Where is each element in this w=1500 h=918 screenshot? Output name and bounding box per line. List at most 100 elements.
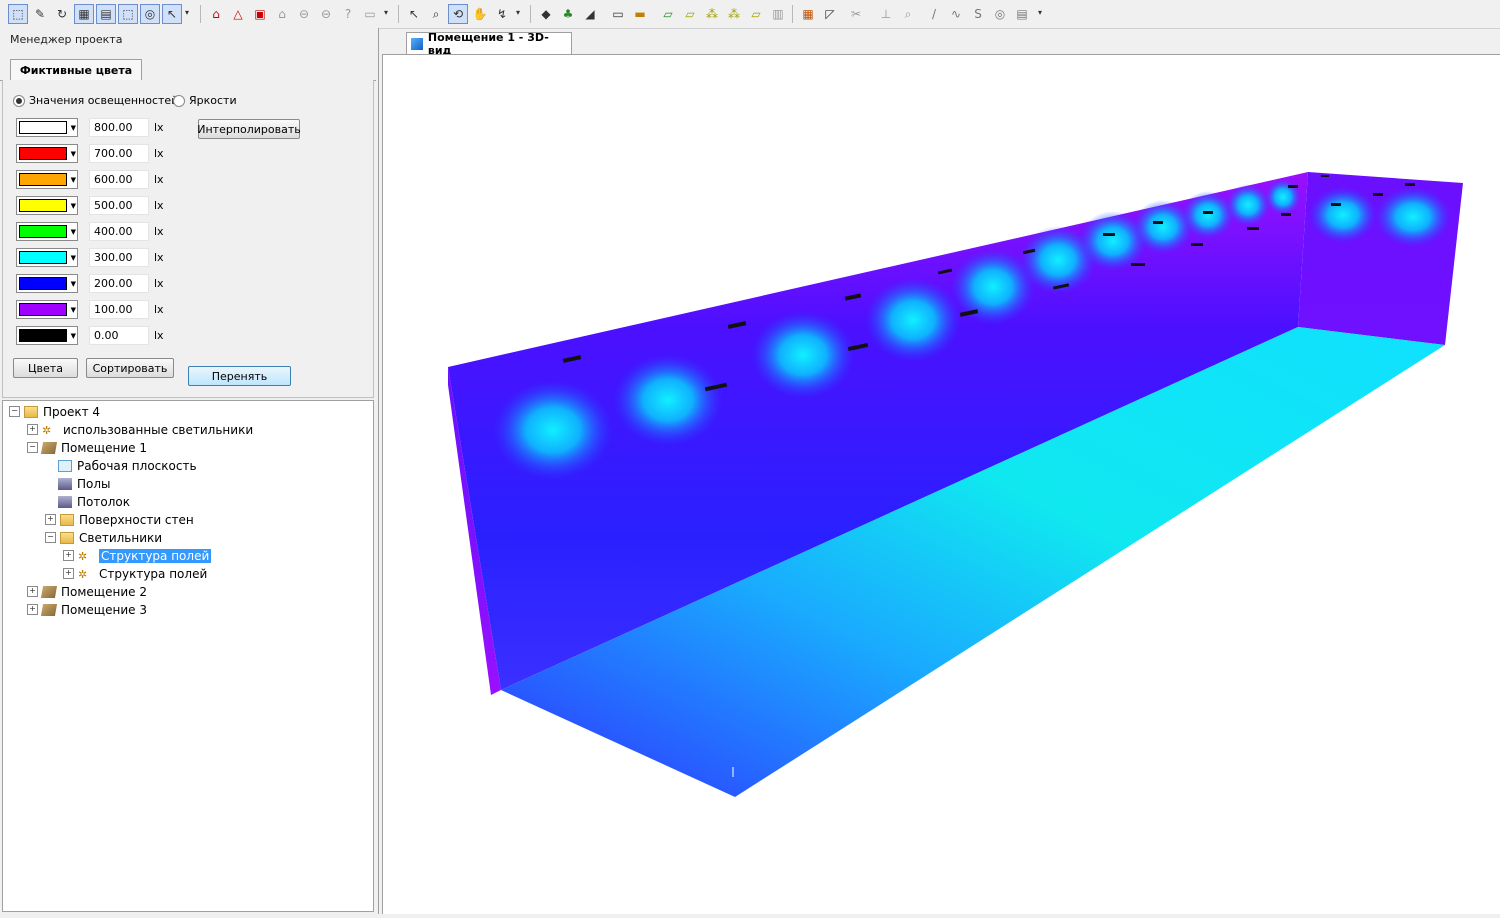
radio-illuminance[interactable]: Значения освещенностей: [13, 94, 178, 107]
circle-arrangement-icon[interactable]: ◎: [140, 4, 160, 24]
frame-icon[interactable]: ◸: [820, 4, 840, 24]
walk-icon[interactable]: ↯: [492, 4, 512, 24]
sort-button[interactable]: Сортировать: [86, 358, 174, 378]
illuminance-value-field[interactable]: 100.00: [89, 300, 149, 319]
tree-item[interactable]: + Помещение 3: [27, 601, 147, 618]
color-picker[interactable]: ▼: [16, 248, 78, 267]
tab-room1-3d-view[interactable]: Помещение 1 - 3D-вид: [406, 31, 572, 57]
illuminance-value-field[interactable]: 300.00: [89, 248, 149, 267]
adopt-button[interactable]: Перенять: [188, 366, 291, 386]
plane-yellow-icon[interactable]: ▱: [680, 4, 700, 24]
plane-green-icon[interactable]: ▱: [658, 4, 678, 24]
rectangle-icon[interactable]: ▤: [1012, 4, 1032, 24]
line-icon[interactable]: /: [924, 4, 944, 24]
rotate-luminaire-icon[interactable]: ↻: [52, 4, 72, 24]
collapse-icon[interactable]: −: [9, 406, 20, 417]
expand-icon[interactable]: +: [45, 514, 56, 525]
texture-icon[interactable]: ◢: [580, 4, 600, 24]
plant-icon[interactable]: ♣: [558, 4, 578, 24]
pointer-align-icon[interactable]: ↖: [162, 4, 182, 24]
toolbar-overflow-icon[interactable]: ▾: [384, 8, 392, 26]
toolbar-overflow-icon[interactable]: ▾: [1038, 8, 1046, 26]
illuminance-value-field[interactable]: 600.00: [89, 170, 149, 189]
color-swatch: [19, 173, 67, 186]
color-picker[interactable]: ▼: [16, 326, 78, 345]
collapse-icon[interactable]: −: [27, 442, 38, 453]
aim-icon[interactable]: ⌂: [206, 4, 226, 24]
cube-icon: [411, 37, 423, 50]
color-picker[interactable]: ▼: [16, 118, 78, 137]
select-area-icon[interactable]: ⬚: [118, 4, 138, 24]
expand-icon[interactable]: +: [27, 424, 38, 435]
points2-icon[interactable]: ⁂: [724, 4, 744, 24]
window-icon[interactable]: ▭: [608, 4, 628, 24]
tree-item[interactable]: + ✲ использованные светильники: [27, 421, 253, 438]
project-tree: − Проект 4 + ✲ использованные светильники − По…: [2, 400, 374, 912]
tree-item[interactable]: − Проект 4: [9, 403, 100, 420]
grid-icon[interactable]: ▦: [798, 4, 818, 24]
radio-luminance[interactable]: Яркости: [173, 94, 237, 107]
tree-item[interactable]: + ✲ Структура полей: [63, 565, 207, 582]
room-icon: [40, 603, 58, 616]
colors-button[interactable]: Цвета: [13, 358, 78, 378]
focus-icon[interactable]: △: [228, 4, 248, 24]
color-picker[interactable]: ▼: [16, 170, 78, 189]
illuminance-value-field[interactable]: 700.00: [89, 144, 149, 163]
color-picker[interactable]: ▼: [16, 222, 78, 241]
unit-label: lx: [154, 173, 164, 186]
polyline-icon[interactable]: ∿: [946, 4, 966, 24]
chevron-down-icon: ▼: [70, 176, 76, 184]
tree-item[interactable]: − Светильники: [45, 529, 162, 546]
illuminance-value-field[interactable]: 800.00: [89, 118, 149, 137]
collapse-icon[interactable]: −: [45, 532, 56, 543]
viewport-3d[interactable]: [382, 54, 1500, 914]
toolbar-overflow-icon[interactable]: ▾: [185, 8, 193, 26]
tree-item[interactable]: + Поверхности стен: [45, 511, 194, 528]
unit-label: lx: [154, 329, 164, 342]
toolbar-overflow-icon[interactable]: ▾: [516, 8, 524, 26]
illuminance-value-field[interactable]: 200.00: [89, 274, 149, 293]
toolbar-separator: [398, 5, 399, 23]
select-luminaire-icon[interactable]: ⬚: [8, 4, 28, 24]
main-toolbar: ⬚ ✎ ↻ ▦ ▤ ⬚ ◎ ↖ ▾ ⌂ △ ▣ ⌂ ⊖ ⊖ ? ▭ ▾ ↖ ⌕ …: [0, 0, 1500, 29]
expand-icon[interactable]: +: [63, 550, 74, 561]
interpolate-button[interactable]: Интерполировать: [197, 119, 301, 139]
tree-item[interactable]: Рабочая плоскость: [45, 457, 197, 474]
luminaire-field-icon[interactable]: ▦: [74, 4, 94, 24]
color-picker[interactable]: ▼: [16, 300, 78, 319]
radio-illuminance-label: Значения освещенностей: [29, 94, 179, 107]
pointer-icon[interactable]: ↖: [404, 4, 424, 24]
tree-item[interactable]: + ✲ Структура полей: [63, 547, 212, 564]
search-disabled-icon: ⌕: [904, 6, 912, 21]
expand-icon[interactable]: +: [27, 586, 38, 597]
tree-item[interactable]: + Помещение 2: [27, 583, 147, 600]
illuminance-value-field[interactable]: 0.00: [89, 326, 149, 345]
luminaire-line-icon[interactable]: ▤: [96, 4, 116, 24]
tree-item[interactable]: Потолок: [45, 493, 130, 510]
furniture-icon[interactable]: ◆: [536, 4, 556, 24]
edit-luminaire-icon[interactable]: ✎: [30, 4, 50, 24]
tree-item[interactable]: − Помещение 1: [27, 439, 147, 456]
print-disabled-icon: ▭: [364, 7, 376, 21]
zoom-icon[interactable]: ⌕: [426, 4, 446, 24]
pan-hand-icon[interactable]: ✋: [470, 4, 490, 24]
color-picker[interactable]: ▼: [16, 196, 78, 215]
surface-icon[interactable]: ▱: [746, 4, 766, 24]
chevron-down-icon: ▼: [70, 306, 76, 314]
tab-false-colors[interactable]: Фиктивные цвета: [10, 59, 142, 80]
door-icon[interactable]: ▬: [630, 4, 650, 24]
orbit-icon[interactable]: ⟲: [448, 4, 468, 24]
tree-item[interactable]: Полы: [45, 475, 111, 492]
points-icon[interactable]: ⁂: [702, 4, 722, 24]
circle-icon[interactable]: ◎: [990, 4, 1010, 24]
color-picker[interactable]: ▼: [16, 274, 78, 293]
illuminance-value-field[interactable]: 500.00: [89, 196, 149, 215]
illuminance-value-field[interactable]: 400.00: [89, 222, 149, 241]
folder-icon: [60, 513, 74, 526]
expand-icon[interactable]: +: [63, 568, 74, 579]
panel-tabstrip: Фиктивные цвета: [0, 58, 376, 81]
expand-icon[interactable]: +: [27, 604, 38, 615]
color-picker[interactable]: ▼: [16, 144, 78, 163]
curve-icon[interactable]: S: [968, 4, 988, 24]
calc-icon[interactable]: ▣: [250, 4, 270, 24]
